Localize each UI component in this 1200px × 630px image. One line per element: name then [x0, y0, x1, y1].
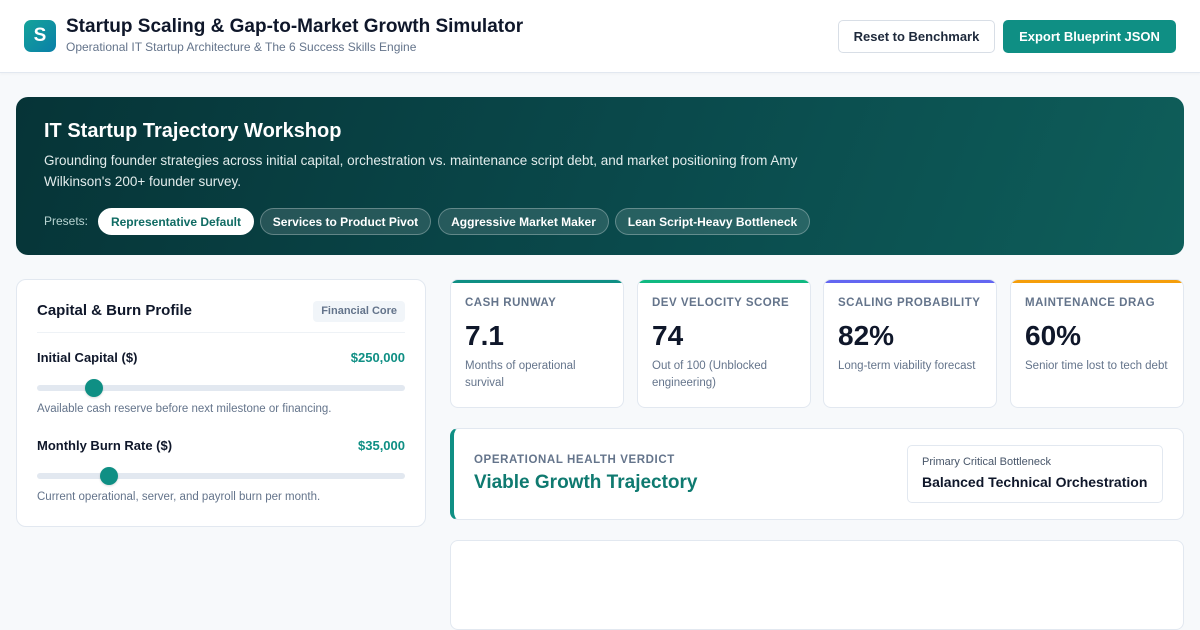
workshop-title: IT Startup Trajectory Workshop [44, 120, 342, 142]
metric-accent-bar [638, 280, 810, 283]
preset-services-to-product-pivot[interactable]: Services to Product Pivot [260, 208, 431, 235]
initial-capital-label: Initial Capital ($) [37, 350, 138, 365]
metric-value: 7.1 [465, 320, 504, 351]
primary-bottleneck-box: Primary Critical Bottleneck Balanced Tec… [907, 445, 1163, 503]
panel-title: Capital & Burn Profile [37, 302, 193, 319]
monthly-burn-help: Current operational, server, and payroll… [37, 491, 321, 503]
workshop-description: Grounding founder strategies across init… [44, 153, 798, 189]
metric-accent-bar [824, 280, 996, 283]
metric-accent-bar [451, 280, 623, 283]
bottleneck-label: Primary Critical Bottleneck [922, 456, 1051, 468]
workshop-banner: IT Startup Trajectory Workshop Grounding… [16, 97, 1184, 255]
metric-description: Senior time lost to tech debt [1025, 360, 1168, 372]
initial-capital-help: Available cash reserve before next miles… [37, 403, 332, 415]
initial-capital-value: $250,000 [350, 350, 405, 365]
metric-value: 74 [652, 320, 684, 351]
export-blueprint-button[interactable]: Export Blueprint JSON [1003, 20, 1176, 53]
monthly-burn-slider-thumb[interactable] [99, 467, 118, 485]
metric-card-maintenance-drag: MAINTENANCE DRAG 60% Senior time lost to… [1010, 279, 1184, 408]
metric-label: DEV VELOCITY SCORE [652, 297, 790, 309]
metric-card-cash-runway: CASH RUNWAY 7.1 Months of operational su… [450, 279, 624, 408]
preset-representative-default[interactable]: Representative Default [98, 208, 254, 235]
metric-value: 60% [1025, 320, 1082, 351]
reset-to-benchmark-button[interactable]: Reset to Benchmark [838, 20, 995, 53]
monthly-burn-label: Monthly Burn Rate ($) [37, 438, 173, 453]
monthly-burn-slider[interactable] [37, 467, 405, 485]
metric-accent-bar [1011, 280, 1183, 283]
initial-capital-slider-thumb[interactable] [85, 379, 104, 397]
health-verdict-card: OPERATIONAL HEALTH VERDICT Viable Growth… [450, 428, 1184, 520]
metric-card-dev-velocity: DEV VELOCITY SCORE 74 Out of 100 (Unbloc… [637, 279, 811, 408]
app-logo: S [24, 20, 56, 52]
metric-description: Long-term viability forecast [838, 360, 976, 372]
panel-divider [37, 332, 405, 333]
bottleneck-value: Balanced Technical Orchestration [922, 474, 1148, 490]
initial-capital-slider[interactable] [37, 379, 405, 397]
metric-description: Months of operational survival [465, 360, 576, 389]
metric-label: MAINTENANCE DRAG [1025, 297, 1156, 309]
verdict-value: Viable Growth Trajectory [474, 472, 698, 493]
preset-aggressive-market-maker[interactable]: Aggressive Market Maker [438, 208, 609, 235]
verdict-label: OPERATIONAL HEALTH VERDICT [474, 454, 675, 466]
capital-burn-panel: Capital & Burn Profile Financial Core In… [16, 279, 426, 527]
app-header: S Startup Scaling & Gap-to-Market Growth… [0, 0, 1200, 73]
metric-value: 82% [838, 320, 895, 351]
presets-label: Presets: [44, 214, 89, 228]
app-subtitle: Operational IT Startup Architecture & Th… [66, 40, 417, 54]
metric-label: CASH RUNWAY [465, 297, 557, 309]
financial-core-tag: Financial Core [313, 301, 405, 322]
metric-label: SCALING PROBABILITY [838, 297, 981, 309]
metric-card-scaling-probability: SCALING PROBABILITY 82% Long-term viabil… [823, 279, 997, 408]
preset-lean-script-heavy-bottleneck[interactable]: Lean Script-Heavy Bottleneck [615, 208, 810, 235]
next-section-card [450, 540, 1184, 630]
metric-description: Out of 100 (Unblocked engineering) [652, 360, 768, 389]
app-title: Startup Scaling & Gap-to-Market Growth S… [66, 16, 524, 37]
monthly-burn-value: $35,000 [358, 438, 405, 453]
